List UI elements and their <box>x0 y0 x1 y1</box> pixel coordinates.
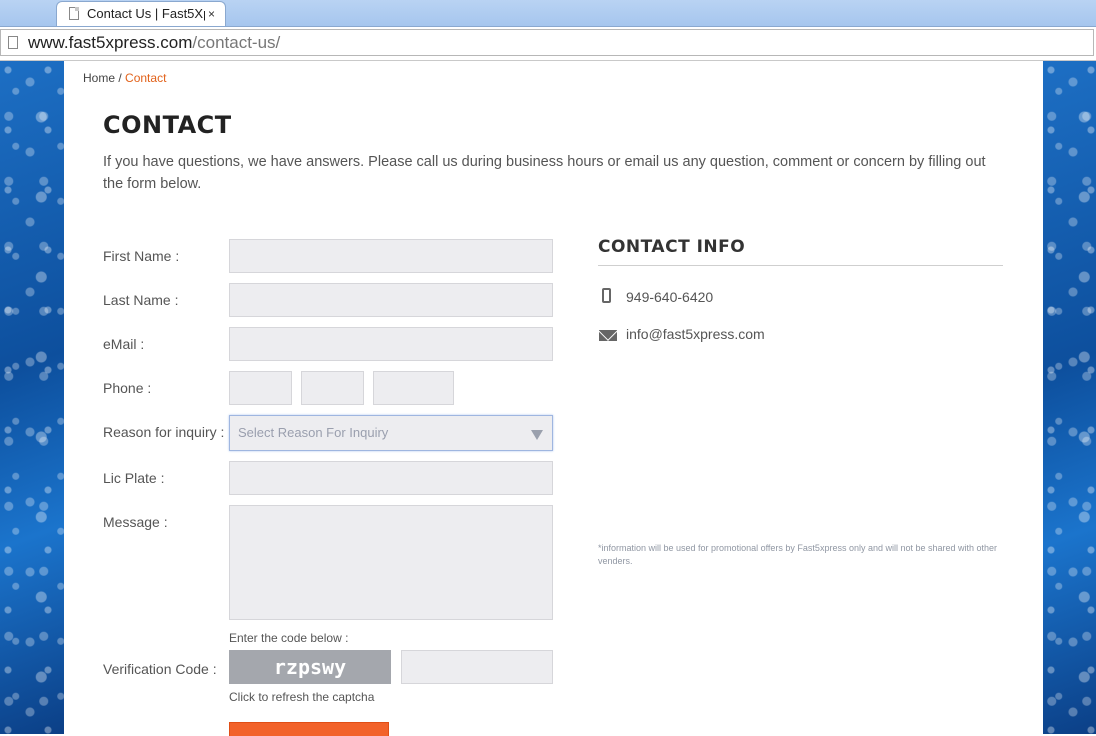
first-name-label: First Name : <box>103 248 180 264</box>
first-name-input[interactable] <box>229 239 553 273</box>
captcha-image[interactable]: rzpswy <box>229 650 391 684</box>
url-field[interactable]: www.fast5xpress.com/contact-us/ <box>0 29 1094 56</box>
email-label: eMail : <box>103 336 145 352</box>
tab-title: Contact Us | Fast5Xpress <box>87 6 205 21</box>
last-name-input[interactable] <box>229 283 553 317</box>
contact-info-divider <box>598 265 1003 266</box>
message-label: Message : <box>103 514 168 530</box>
browser-tab[interactable]: Contact Us | Fast5Xpress × <box>56 1 226 26</box>
breadcrumb: Home / Contact <box>83 71 166 85</box>
breadcrumb-current: Contact <box>125 71 167 85</box>
contact-info-title: CONTACT INFO <box>598 237 746 257</box>
code-prompt: Enter the code below : <box>229 631 349 645</box>
page-content: Home / Contact CONTACT If you have quest… <box>64 61 1043 736</box>
last-name-label: Last Name : <box>103 292 179 308</box>
browser-tab-bar: Contact Us | Fast5Xpress × <box>0 0 1096 27</box>
breadcrumb-home-link[interactable]: Home <box>83 71 115 85</box>
url-text: www.fast5xpress.com/contact-us/ <box>28 33 280 53</box>
page-title: CONTACT <box>103 111 232 139</box>
phone-prefix-input[interactable] <box>301 371 364 405</box>
lic-plate-label: Lic Plate : <box>103 470 165 486</box>
intro-text: If you have questions, we have answers. … <box>103 154 986 192</box>
lic-plate-input[interactable] <box>229 461 553 495</box>
address-bar: www.fast5xpress.com/contact-us/ <box>0 27 1096 61</box>
refresh-captcha-link[interactable]: Click to refresh the captcha <box>229 690 374 704</box>
background-water-left <box>0 61 64 734</box>
reason-select-placeholder: Select Reason For Inquiry <box>238 425 389 440</box>
page-icon <box>69 7 79 20</box>
contact-phone[interactable]: 949-640-6420 <box>626 289 713 305</box>
page-icon <box>8 36 18 49</box>
reason-label: Reason for inquiry : <box>103 424 225 440</box>
close-tab-icon[interactable]: × <box>208 2 215 26</box>
verification-code-label: Verification Code : <box>103 661 217 677</box>
background-water-right <box>1043 61 1096 734</box>
message-textarea[interactable] <box>229 505 553 620</box>
contact-email[interactable]: info@fast5xpress.com <box>626 326 765 342</box>
verification-code-input[interactable] <box>401 650 553 684</box>
email-input[interactable] <box>229 327 553 361</box>
privacy-disclaimer: *information will be used for promotiona… <box>598 543 998 566</box>
breadcrumb-separator: / <box>118 71 122 85</box>
url-path: /contact-us/ <box>192 33 281 52</box>
phone-label: Phone : <box>103 380 152 396</box>
phone-line-number-input[interactable] <box>373 371 454 405</box>
mail-icon <box>599 330 617 341</box>
dropdown-arrow-icon <box>531 430 543 440</box>
url-domain: www.fast5xpress.com <box>28 33 193 52</box>
reason-select[interactable]: Select Reason For Inquiry <box>229 415 553 451</box>
phone-area-code-input[interactable] <box>229 371 292 405</box>
phone-icon <box>602 288 611 303</box>
